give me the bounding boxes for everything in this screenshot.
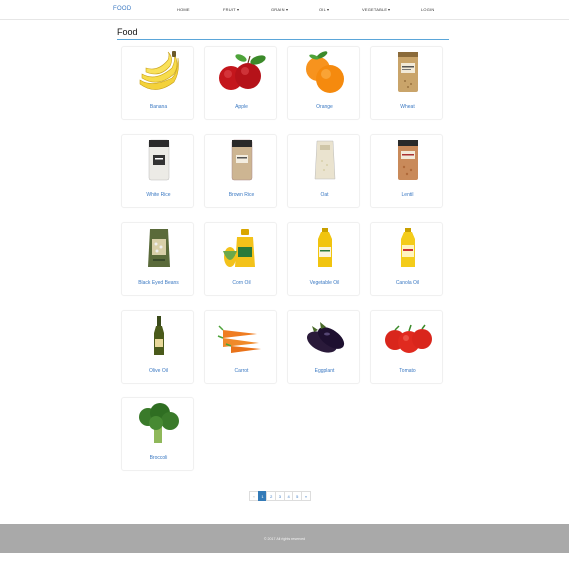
- product-card-orange[interactable]: Orange: [287, 46, 360, 120]
- product-card-white-rice[interactable]: White Rice: [121, 134, 194, 208]
- product-card-vegetable-oil[interactable]: Vegetable Oil: [287, 222, 360, 296]
- caret-down-icon: [236, 8, 239, 11]
- product-card-carrot[interactable]: Carrot: [204, 310, 277, 384]
- product-name: Broccoli: [149, 455, 168, 461]
- product-name: Vegetable Oil: [309, 280, 340, 286]
- product-name: Wheat: [400, 104, 415, 110]
- product-card-broccoli[interactable]: Broccoli: [121, 397, 194, 471]
- product-name: White Rice: [146, 192, 171, 198]
- product-name: Eggplant: [314, 368, 335, 374]
- product-card-lentil[interactable]: Lentil: [370, 134, 443, 208]
- nav-fruit-dropdown[interactable]: FRUIT: [223, 7, 239, 12]
- product-card-oat[interactable]: Oat: [287, 134, 360, 208]
- olive-oil-icon: [122, 311, 195, 361]
- corn-oil-icon: [205, 223, 278, 273]
- product-name: Lentil: [401, 192, 414, 198]
- product-name: Olive Oil: [149, 368, 168, 374]
- title-divider: [117, 39, 449, 40]
- caret-down-icon: [327, 8, 330, 11]
- nav-login[interactable]: LOGIN: [421, 7, 434, 12]
- product-name: Oat: [320, 192, 329, 198]
- product-card-tomato[interactable]: Tomato: [370, 310, 443, 384]
- eggplant-icon: [288, 311, 361, 361]
- product-card-brown-rice[interactable]: Brown Rice: [204, 134, 277, 208]
- brand-link[interactable]: FOOD: [113, 6, 132, 12]
- product-card-canola-oil[interactable]: Canola Oil: [370, 222, 443, 296]
- brown-rice-bag-icon: [205, 135, 278, 185]
- wheat-bag-icon: [371, 47, 444, 97]
- product-name: Apple: [235, 104, 248, 110]
- footer: © 2017 All rights reserved: [0, 524, 569, 553]
- broccoli-icon: [122, 398, 195, 448]
- product-name: Black Eyed Beans: [138, 280, 179, 286]
- product-card-black-eyed-beans[interactable]: Black Eyed Beans: [121, 222, 194, 296]
- product-name: Banana: [149, 104, 168, 110]
- lentil-bag-icon: [371, 135, 444, 185]
- product-card-eggplant[interactable]: Eggplant: [287, 310, 360, 384]
- product-name: Corn Oil: [232, 280, 251, 286]
- caret-down-icon: [388, 8, 391, 11]
- product-card-corn-oil[interactable]: Corn Oil: [204, 222, 277, 296]
- product-name: Carrot: [234, 368, 249, 374]
- nav-home[interactable]: HOME: [177, 7, 190, 12]
- white-rice-bag-icon: [122, 135, 195, 185]
- product-card-apple[interactable]: Apple: [204, 46, 277, 120]
- apple-icon: [205, 47, 278, 97]
- beans-bag-icon: [122, 223, 195, 273]
- orange-icon: [288, 47, 361, 97]
- product-card-wheat[interactable]: Wheat: [370, 46, 443, 120]
- banana-icon: [122, 47, 195, 97]
- product-name: Canola Oil: [395, 280, 420, 286]
- product-name: Orange: [316, 104, 333, 110]
- canola-oil-icon: [371, 223, 444, 273]
- caret-down-icon: [285, 8, 288, 11]
- nav-grain-dropdown[interactable]: GRAIN: [271, 7, 288, 12]
- product-name: Tomato: [399, 368, 416, 374]
- carrot-icon: [205, 311, 278, 361]
- nav-vegetable-dropdown[interactable]: VEGETABLE: [362, 7, 391, 12]
- page-title: Food: [117, 27, 138, 37]
- product-card-banana[interactable]: Banana: [121, 46, 194, 120]
- vegetable-oil-icon: [288, 223, 361, 273]
- top-navbar: FOOD HOME FRUIT GRAIN OIL VEGETABLE LOGI…: [0, 0, 569, 20]
- nav-oil-dropdown[interactable]: OIL: [319, 7, 330, 12]
- product-name: Brown Rice: [228, 192, 255, 198]
- oat-bag-icon: [288, 135, 361, 185]
- product-card-olive-oil[interactable]: Olive Oil: [121, 310, 194, 384]
- footer-copyright: © 2017 All rights reserved: [263, 537, 306, 541]
- pagination-next[interactable]: »: [301, 491, 311, 501]
- tomato-icon: [371, 311, 444, 361]
- pagination: « 1 2 3 4 5 »: [249, 491, 311, 501]
